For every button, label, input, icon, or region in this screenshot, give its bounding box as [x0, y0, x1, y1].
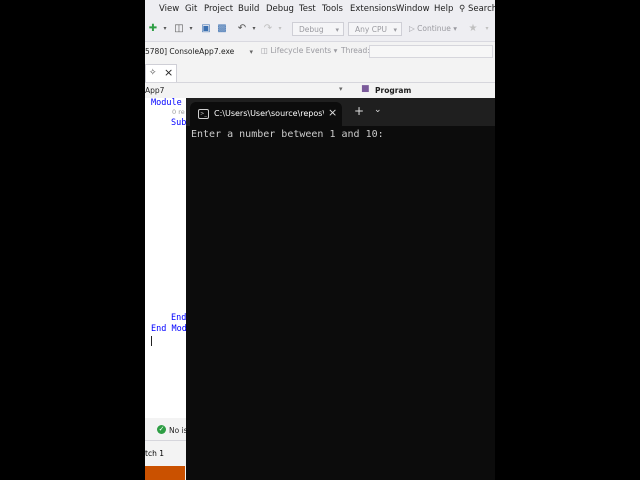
- pin-icon[interactable]: ✧: [149, 68, 157, 78]
- member-dropdown[interactable]: Program: [375, 86, 411, 95]
- code-line-end-sub: End: [171, 313, 187, 323]
- menu-extensions[interactable]: Extensions: [350, 4, 396, 14]
- open-dropdown-icon[interactable]: ▾: [185, 23, 197, 35]
- toolbar: ✚ ▾ ◫ ▾ ▣ ▩ ↶ ▾ ↷ ▾ Debug ▾ Any CPU ▾ ▷ …: [145, 19, 495, 42]
- new-item-icon[interactable]: ✚: [147, 23, 159, 35]
- project-dropdown[interactable]: App7: [145, 86, 164, 95]
- thread-label: Thread:: [341, 46, 370, 55]
- redo-dropdown-icon[interactable]: ▾: [274, 23, 286, 35]
- open-file-icon[interactable]: ◫: [173, 23, 185, 35]
- platform-select[interactable]: Any CPU ▾: [348, 22, 402, 36]
- configuration-value: Debug: [299, 25, 324, 34]
- thread-select[interactable]: [369, 45, 493, 58]
- text-caret: [151, 336, 152, 346]
- new-item-dropdown-icon[interactable]: ▾: [159, 23, 171, 35]
- terminal-titlebar: >_ C:\Users\User\source\repos\C × + ⌄: [186, 98, 495, 126]
- chevron-down-icon: ▾: [335, 26, 339, 34]
- continue-button[interactable]: ▷ Continue ▾: [409, 24, 457, 33]
- platform-value: Any CPU: [355, 25, 387, 34]
- terminal-tab-title: C:\Users\User\source\repos\C: [214, 109, 324, 118]
- tab-watch[interactable]: tch 1: [145, 449, 164, 458]
- check-icon: ✓: [157, 425, 166, 434]
- process-select[interactable]: 5780] ConsoleApp7.exe ▾: [145, 45, 253, 59]
- process-value: 5780] ConsoleApp7.exe: [145, 47, 235, 56]
- debug-location-bar: 5780] ConsoleApp7.exe ▾ ◫ Lifecycle Even…: [145, 42, 495, 61]
- search-icon: ⚲: [459, 4, 466, 14]
- chevron-down-icon: ▾: [453, 24, 458, 33]
- terminal-output[interactable]: Enter a number between 1 and 10:: [191, 129, 384, 140]
- close-icon[interactable]: ×: [164, 66, 173, 79]
- undo-dropdown-icon[interactable]: ▾: [248, 23, 260, 35]
- menu-tools[interactable]: Tools: [322, 4, 343, 14]
- chevron-down-icon: ▾: [393, 26, 397, 34]
- hot-reload-dropdown-icon[interactable]: ▾: [481, 23, 493, 35]
- search-label: Search: [467, 4, 495, 14]
- menu-view[interactable]: View: [159, 4, 179, 14]
- navigation-bar: App7 ▾ ■ Program: [145, 83, 495, 98]
- code-line-sub: Sub: [171, 118, 187, 128]
- document-tab[interactable]: ✧ ×: [145, 64, 177, 82]
- configuration-select[interactable]: Debug ▾: [292, 22, 344, 36]
- terminal-tab[interactable]: >_ C:\Users\User\source\repos\C ×: [190, 102, 342, 126]
- menu-help[interactable]: Help: [434, 4, 453, 14]
- status-bar: [145, 466, 185, 480]
- menu-build[interactable]: Build: [238, 4, 259, 14]
- chevron-down-icon[interactable]: ⌄: [374, 105, 382, 115]
- hot-reload-icon[interactable]: ★: [467, 23, 479, 35]
- terminal-icon: >_: [198, 109, 209, 119]
- search-box[interactable]: ⚲ Search: [459, 4, 495, 14]
- continue-label: Continue: [417, 24, 451, 33]
- save-all-icon[interactable]: ▩: [216, 23, 228, 35]
- menu-test[interactable]: Test: [299, 4, 316, 14]
- chevron-down-icon: ▾: [249, 48, 253, 56]
- chevron-down-icon[interactable]: ▾: [339, 85, 343, 93]
- code-line-module: Module: [151, 98, 182, 108]
- issues-status[interactable]: No is: [169, 426, 188, 435]
- menu-bar: View Git Project Build Debug Test Tools …: [145, 0, 495, 19]
- play-icon: ▷: [409, 24, 415, 33]
- module-icon: ■: [361, 84, 370, 94]
- menu-window[interactable]: Window: [396, 4, 430, 14]
- lifecycle-label: Lifecycle Events: [270, 46, 332, 55]
- menu-project[interactable]: Project: [204, 4, 233, 14]
- chevron-down-icon: ▾: [333, 46, 338, 55]
- terminal-window: >_ C:\Users\User\source\repos\C × + ⌄ En…: [186, 98, 495, 480]
- codelens-references[interactable]: 0 re: [172, 108, 185, 116]
- lifecycle-icon: ◫: [261, 46, 269, 55]
- menu-git[interactable]: Git: [185, 4, 197, 14]
- save-icon[interactable]: ▣: [200, 23, 212, 35]
- undo-icon[interactable]: ↶: [236, 23, 248, 35]
- menu-debug[interactable]: Debug: [266, 4, 294, 14]
- new-tab-button[interactable]: +: [354, 104, 364, 118]
- close-icon[interactable]: ×: [328, 106, 337, 119]
- redo-icon[interactable]: ↷: [262, 23, 274, 35]
- document-tab-bar: ✧ ×: [145, 62, 495, 83]
- lifecycle-events-button[interactable]: ◫ Lifecycle Events ▾: [261, 46, 337, 55]
